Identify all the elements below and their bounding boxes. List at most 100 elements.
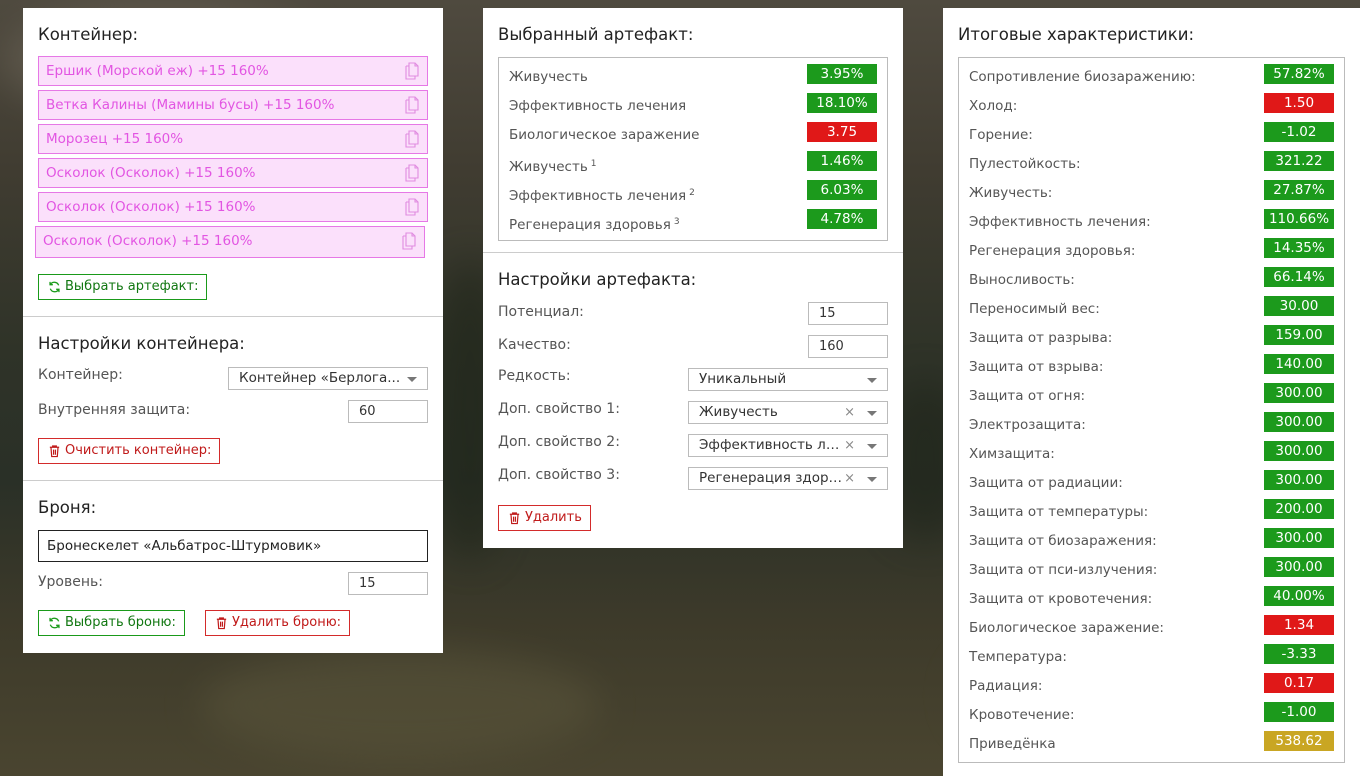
container-item-label: Ветка Калины (Мамины бусы) +15 160% xyxy=(46,97,335,113)
container-item[interactable]: Осколок (Осколок) +15 160% xyxy=(38,192,428,222)
stat-row: Защита от пси-излучения: 300.00 xyxy=(969,556,1334,585)
stat-label: Регенерация здоровья: xyxy=(969,243,1136,259)
container-settings-title: Настройки контейнера: xyxy=(38,334,245,353)
artifact-settings-title: Настройки артефакта: xyxy=(498,270,697,289)
container-select-value: Контейнер «Берлога... xyxy=(239,370,401,386)
stat-label: Горение: xyxy=(969,127,1033,143)
clear-icon[interactable]: × xyxy=(844,402,855,423)
stat-value-badge: 300.00 xyxy=(1264,441,1334,461)
stat-value-badge: 1.46% xyxy=(807,151,877,171)
stat-row: Живучесть 1 1.46% xyxy=(509,150,877,179)
stat-value-badge: 18.10% xyxy=(807,93,877,113)
prop2-select[interactable]: Эффективность лечения × xyxy=(688,434,888,457)
delete-artifact-button[interactable]: Удалить xyxy=(498,505,591,531)
container-item[interactable]: Морозец +15 160% xyxy=(38,124,428,154)
chevron-down-icon xyxy=(407,377,417,382)
stat-row: Регенерация здоровья 3 4.78% xyxy=(509,208,877,237)
stat-label: Защита от температуры: xyxy=(969,504,1149,520)
stat-label: Защита от пси-излучения: xyxy=(969,562,1158,578)
container-item[interactable]: Ершик (Морской еж) +15 160% xyxy=(38,56,428,86)
quality-input[interactable]: 160 xyxy=(808,335,888,358)
totals-panel: Итоговые характеристики: Сопротивление б… xyxy=(943,8,1360,776)
delete-armor-button[interactable]: Удалить броню: xyxy=(205,610,351,636)
trash-icon xyxy=(509,512,520,525)
artifact-settings-section: Настройки артефакта: Потенциал: 15 Качес… xyxy=(483,253,903,548)
trash-icon xyxy=(216,617,227,630)
stat-row: Защита от биозаражения: 300.00 xyxy=(969,527,1334,556)
stat-row: Пулестойкость: 321.22 xyxy=(969,150,1334,179)
stat-row: Защита от огня: 300.00 xyxy=(969,382,1334,411)
stat-value-badge: 57.82% xyxy=(1264,64,1334,84)
stat-label: Выносливость: xyxy=(969,272,1075,288)
stat-value-badge: 300.00 xyxy=(1264,528,1334,548)
stat-label: Биологическое заражение: xyxy=(969,620,1164,636)
potential-input[interactable]: 15 xyxy=(808,302,888,325)
clear-icon[interactable]: × xyxy=(844,468,855,489)
container-item-list: Ершик (Морской еж) +15 160% Ветка Калины … xyxy=(35,56,428,258)
stat-value-badge: 3.95% xyxy=(807,64,877,84)
stat-row: Кровотечение: -1.00 xyxy=(969,701,1334,730)
stat-row: Выносливость: 66.14% xyxy=(969,266,1334,295)
stat-label: Переносимый вес: xyxy=(969,301,1100,317)
stat-label: Защита от огня: xyxy=(969,388,1086,404)
stat-value-badge: 0.17 xyxy=(1264,673,1334,693)
stat-row: Сопротивление биозаражению: 57.82% xyxy=(969,63,1334,92)
totals-stats-box: Сопротивление биозаражению: 57.82% Холод: 1… xyxy=(958,57,1345,763)
stat-label: Биологическое заражение xyxy=(509,127,700,143)
choose-armor-button[interactable]: Выбрать броню: xyxy=(38,610,185,636)
stat-row: Защита от температуры: 200.00 xyxy=(969,498,1334,527)
container-item-label: Морозец +15 160% xyxy=(46,131,184,147)
stat-row: Холод: 1.50 xyxy=(969,92,1334,121)
stat-value-badge: -1.02 xyxy=(1264,122,1334,142)
stat-value-badge: 538.62 xyxy=(1264,731,1334,751)
trash-icon xyxy=(49,445,60,458)
background-field xyxy=(200,650,600,760)
rarity-select[interactable]: Уникальный xyxy=(688,368,888,391)
armor-name-field[interactable]: Бронескелет «Альбатрос-Штурмовик» xyxy=(38,530,428,562)
copy-document-icon xyxy=(405,62,419,80)
stat-value-badge: 140.00 xyxy=(1264,354,1334,374)
stat-value-badge: 300.00 xyxy=(1264,383,1334,403)
container-panel: Контейнер: Ершик (Морской еж) +15 160% Ве… xyxy=(23,8,443,653)
stat-row: Защита от радиации: 300.00 xyxy=(969,469,1334,498)
clear-container-button[interactable]: Очистить контейнер: xyxy=(38,438,221,464)
container-item[interactable]: Осколок (Осколок) +15 160% xyxy=(38,158,428,188)
artifact-panel: Выбранный артефакт: Живучесть 3.95% Эффект… xyxy=(483,8,903,548)
container-item[interactable]: Ветка Калины (Мамины бусы) +15 160% xyxy=(38,90,428,120)
stat-value-badge: -1.00 xyxy=(1264,702,1334,722)
container-item[interactable]: Осколок (Осколок) +15 160% xyxy=(35,226,425,258)
choose-artifact-button[interactable]: Выбрать артефакт: xyxy=(38,274,208,300)
prop3-select[interactable]: Регенерация здоровья × xyxy=(688,467,888,490)
inner-protection-input[interactable]: 60 xyxy=(348,400,428,423)
selected-artifact-section: Выбранный артефакт: Живучесть 3.95% Эффект… xyxy=(483,8,903,253)
stat-row: Эффективность лечения 2 6.03% xyxy=(509,179,877,208)
container-item-label: Ершик (Морской еж) +15 160% xyxy=(46,63,269,79)
chevron-down-icon xyxy=(867,411,877,416)
prop1-select[interactable]: Живучесть × xyxy=(688,401,888,424)
stat-value-badge: 3.75 xyxy=(807,122,877,142)
stat-row: Химзащита: 300.00 xyxy=(969,440,1334,469)
prop3-row: Доп. свойство 3: Регенерация здоровья × xyxy=(498,467,888,491)
clear-icon[interactable]: × xyxy=(844,435,855,456)
selected-artifact-title: Выбранный артефакт: xyxy=(498,25,694,44)
prop1-label: Доп. свойство 1: xyxy=(498,401,620,417)
copy-document-icon xyxy=(405,130,419,148)
stat-row: Эффективность лечения 18.10% xyxy=(509,92,877,121)
stat-value-badge: -3.33 xyxy=(1264,644,1334,664)
armor-level-input[interactable]: 15 xyxy=(348,572,428,595)
stat-value-badge: 4.78% xyxy=(807,209,877,229)
stat-value-badge: 27.87% xyxy=(1264,180,1334,200)
totals-section: Итоговые характеристики: Сопротивление б… xyxy=(943,8,1360,763)
stat-label: Регенерация здоровья 3 xyxy=(509,217,680,233)
prop2-select-value: Эффективность лечения xyxy=(699,437,847,453)
stat-row: Регенерация здоровья: 14.35% xyxy=(969,237,1334,266)
delete-artifact-label: Удалить xyxy=(525,510,582,525)
quality-row: Качество: 160 xyxy=(498,335,888,359)
stat-label: Защита от кровотечения: xyxy=(969,591,1153,607)
container-select[interactable]: Контейнер «Берлога... xyxy=(228,367,428,390)
quality-label: Качество: xyxy=(498,337,571,353)
stat-superscript: 1 xyxy=(590,159,597,169)
prop1-select-value: Живучесть xyxy=(699,404,778,420)
stat-row: Электрозащита: 300.00 xyxy=(969,411,1334,440)
container-item-label: Осколок (Осколок) +15 160% xyxy=(46,165,256,181)
